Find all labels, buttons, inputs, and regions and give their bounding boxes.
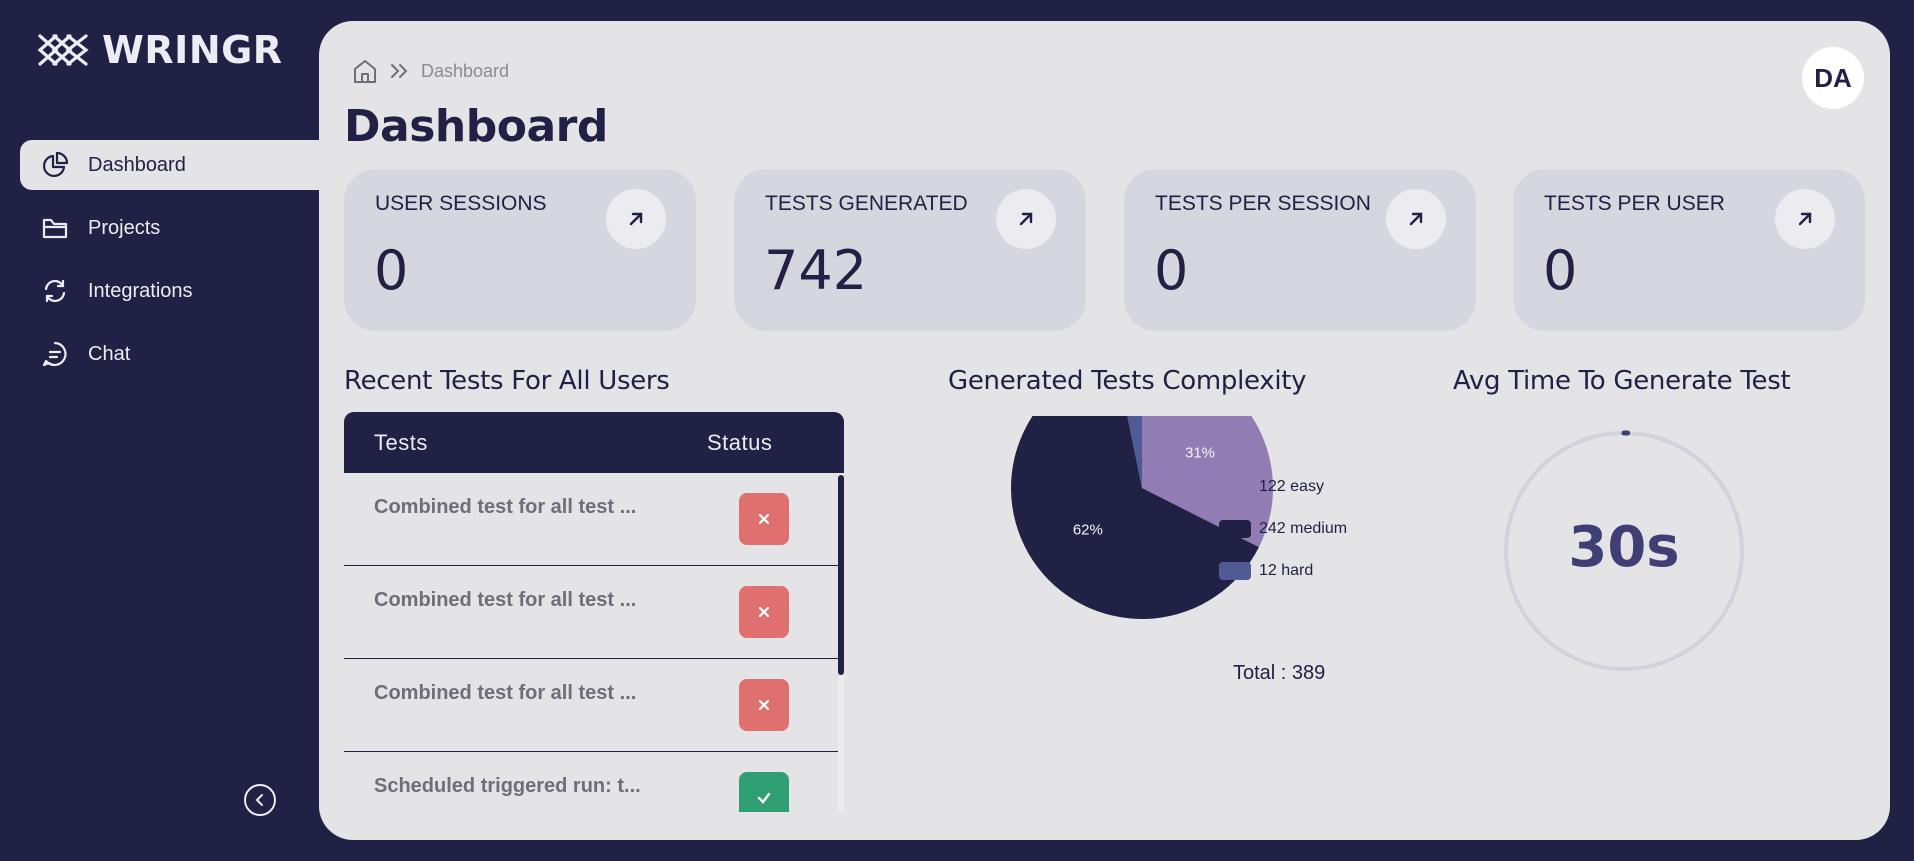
avatar[interactable]: DA [1802, 47, 1864, 109]
sidebar-item-chat[interactable]: Chat [20, 329, 320, 379]
status-fail-badge[interactable] [739, 586, 789, 638]
arrow-up-right-icon [1798, 212, 1812, 226]
test-name[interactable]: Combined test for all test ... [374, 589, 636, 612]
arrow-up-right-icon [1019, 212, 1033, 226]
stat-label: USER SESSIONS [375, 192, 547, 215]
sidebar-nav: Dashboard Projects Integrations Chat [20, 140, 320, 392]
status-pass-badge[interactable] [739, 772, 789, 812]
avg-time-value: 30s [1568, 515, 1680, 580]
table-row[interactable]: Scheduled triggered run: t... [344, 752, 838, 812]
scrollbar-thumb[interactable] [838, 475, 844, 675]
open-stat-button[interactable] [1775, 189, 1835, 249]
open-stat-button[interactable] [606, 189, 666, 249]
main-panel: Dashboard Dashboard DA USER SESSIONS 0 T… [319, 21, 1890, 840]
collapse-sidebar-button[interactable] [244, 784, 276, 816]
legend-label: 122 easy [1259, 478, 1324, 495]
open-stat-button[interactable] [1386, 189, 1446, 249]
recent-tests-table: Tests Status Combined test for all test … [344, 412, 844, 812]
pie-legend: 122 easy 242 medium 12 hard [1219, 476, 1347, 602]
sidebar-item-label: Dashboard [88, 153, 186, 176]
sidebar-item-label: Chat [88, 342, 131, 365]
chat-icon [40, 339, 70, 369]
sidebar-item-integrations[interactable]: Integrations [20, 266, 320, 316]
column-header-tests: Tests [374, 430, 428, 455]
open-stat-button[interactable] [996, 189, 1056, 249]
legend-swatch [1219, 520, 1251, 538]
sidebar-item-projects[interactable]: Projects [20, 203, 320, 253]
brand-name: WRINGR [102, 28, 283, 72]
legend-item[interactable]: 12 hard [1219, 560, 1347, 582]
recent-tests-title: Recent Tests For All Users [344, 366, 670, 396]
close-icon [758, 699, 770, 711]
stat-value: 0 [1154, 239, 1189, 302]
table-scrollbar[interactable] [838, 473, 844, 812]
legend-label: 242 medium [1259, 520, 1348, 537]
brand-logo[interactable]: WRINGR [36, 28, 283, 72]
legend-item[interactable]: 242 medium [1219, 518, 1347, 540]
close-icon [758, 513, 770, 525]
test-name[interactable]: Combined test for all test ... [374, 496, 636, 519]
table-row[interactable]: Combined test for all test ... [344, 659, 838, 752]
stat-label: TESTS PER SESSION [1155, 192, 1371, 215]
table-header: Tests Status [344, 412, 844, 473]
stat-value: 0 [1543, 239, 1578, 302]
sidebar-item-dashboard[interactable]: Dashboard [20, 140, 320, 190]
pie-percent-label: 62% [1073, 521, 1103, 538]
sidebar-item-label: Projects [88, 216, 161, 239]
avg-time-title: Avg Time To Generate Test [1453, 366, 1791, 396]
breadcrumb: Dashboard [351, 57, 509, 85]
legend-label: 12 hard [1259, 562, 1314, 579]
stat-card-tests-per-user: TESTS PER USER 0 [1513, 169, 1865, 331]
complexity-title: Generated Tests Complexity [948, 366, 1307, 396]
check-icon [757, 792, 771, 804]
home-icon[interactable] [351, 57, 379, 85]
column-header-status: Status [707, 430, 773, 455]
arrow-up-right-icon [1409, 212, 1423, 226]
sidebar: WRINGR Dashboard Projects Integrations C… [0, 0, 320, 861]
pie-total: Total : 389 [1233, 662, 1326, 684]
refresh-icon [40, 276, 70, 306]
table-body: Combined test for all test ... Combined t… [344, 473, 838, 812]
breadcrumb-current[interactable]: Dashboard [421, 61, 509, 82]
stat-card-tests-per-session: TESTS PER SESSION 0 [1124, 169, 1476, 331]
stat-card-user-sessions: USER SESSIONS 0 [344, 169, 696, 331]
table-row[interactable]: Combined test for all test ... [344, 473, 838, 566]
double-chevron-icon [391, 64, 408, 78]
stat-label: TESTS GENERATED [765, 192, 968, 215]
complexity-pie-chart: 31%62%3% [1011, 416, 1273, 619]
legend-swatch [1219, 562, 1251, 580]
stat-label: TESTS PER USER [1544, 192, 1725, 215]
sidebar-item-label: Integrations [88, 279, 193, 302]
stat-card-tests-generated: TESTS GENERATED 742 [734, 169, 1086, 331]
legend-item[interactable]: 122 easy [1219, 476, 1347, 498]
test-name[interactable]: Scheduled triggered run: t... [374, 775, 641, 798]
folder-icon [40, 213, 70, 243]
page-title: Dashboard [344, 101, 608, 152]
arrow-up-right-icon [629, 212, 643, 226]
status-fail-badge[interactable] [739, 679, 789, 731]
pie-chart-icon [40, 150, 70, 180]
stat-value: 0 [374, 239, 409, 302]
table-row[interactable]: Combined test for all test ... [344, 566, 838, 659]
chevron-left-icon [255, 794, 263, 806]
close-icon [758, 606, 770, 618]
wringr-logo-icon [37, 34, 89, 66]
status-fail-badge[interactable] [739, 493, 789, 545]
test-name[interactable]: Combined test for all test ... [374, 682, 636, 705]
pie-percent-label: 31% [1185, 444, 1215, 461]
stat-value: 742 [764, 239, 868, 302]
legend-swatch [1219, 478, 1251, 496]
